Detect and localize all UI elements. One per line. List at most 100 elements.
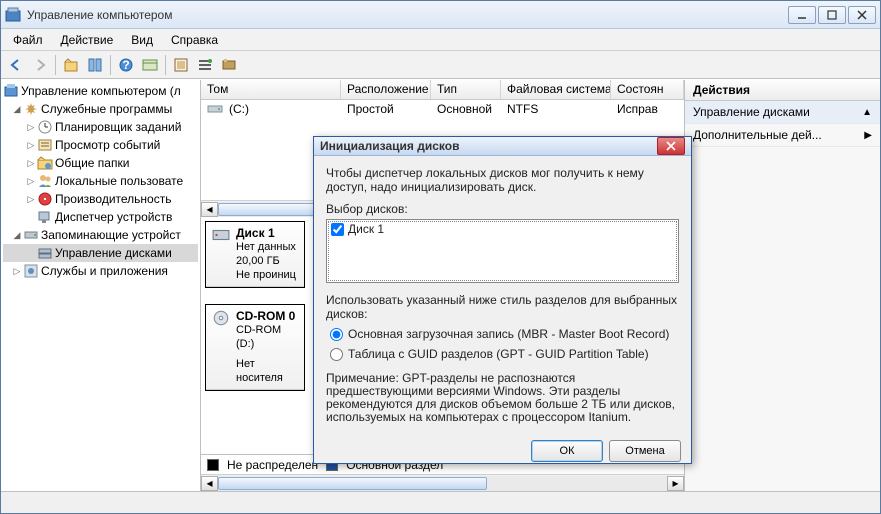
tree-storage[interactable]: ◢ Запоминающие устройст (3, 226, 198, 244)
partition-style-label: Использовать указанный ниже стиль раздел… (326, 293, 679, 321)
legend-unallocated-icon (207, 459, 219, 471)
menu-view[interactable]: Вид (123, 31, 161, 49)
cdrom-block[interactable]: CD-ROM 0 CD-ROM (D:) Нет носителя (205, 304, 305, 391)
tree-disk-management[interactable]: Управление дисками (3, 244, 198, 262)
tree-pane: Управление компьютером (л ◢ Служебные пр… (1, 80, 201, 491)
volume-list-header: Том Расположение Тип Файловая система Со… (201, 80, 684, 100)
chevron-right-icon: ▶ (864, 130, 872, 141)
tree-task-scheduler[interactable]: ▷ Планировщик заданий (3, 118, 198, 136)
menu-help[interactable]: Справка (163, 31, 226, 49)
tree-label: Запоминающие устройст (41, 228, 181, 242)
bottom-scrollbar[interactable]: ◂ ▸ (201, 474, 684, 491)
actions-more[interactable]: Дополнительные дей... ▶ (685, 124, 880, 147)
toolbar: ? (1, 51, 880, 79)
disk-1-line1: Нет данных (236, 240, 296, 254)
refresh-icon[interactable] (170, 54, 192, 76)
volume-row[interactable]: (C:) Простой Основной NTFS Исправ (201, 100, 684, 118)
disk-icon (212, 226, 230, 247)
titlebar[interactable]: Управление компьютером (1, 1, 880, 29)
dialog-title: Инициализация дисков (320, 139, 657, 153)
tree-label: Службы и приложения (41, 264, 168, 278)
actions-more-label: Дополнительные дей... (693, 128, 822, 142)
menu-action[interactable]: Действие (53, 31, 122, 49)
mbr-radio[interactable] (330, 328, 343, 341)
tree-label: Планировщик заданий (55, 120, 181, 134)
tree-root[interactable]: Управление компьютером (л (3, 82, 198, 100)
cancel-button[interactable]: Отмена (609, 440, 681, 462)
tree-label: Общие папки (55, 156, 129, 170)
maximize-button[interactable] (818, 6, 846, 24)
scroll-left-icon[interactable]: ◂ (201, 202, 218, 217)
actions-disk-mgmt[interactable]: Управление дисками ▲ (685, 101, 880, 124)
disk-1-item-label: Диск 1 (348, 222, 384, 236)
menu-file[interactable]: Файл (5, 31, 51, 49)
tree-label: Локальные пользовате (55, 174, 183, 188)
disk-1-checkbox[interactable] (331, 223, 344, 236)
cell-filesystem: NTFS (501, 101, 611, 117)
menubar: Файл Действие Вид Справка (1, 29, 880, 51)
cell-volume: (C:) (229, 102, 249, 116)
tree-event-viewer[interactable]: ▷ Просмотр событий (3, 136, 198, 154)
scroll-right-icon[interactable]: ▸ (667, 476, 684, 491)
view-icon[interactable] (139, 54, 161, 76)
disk-1-block[interactable]: Диск 1 Нет данных 20,00 ГБ Не проиниц (205, 221, 305, 288)
dialog-note: Примечание: GPT-разделы не распознаются … (326, 372, 679, 424)
minimize-button[interactable] (788, 6, 816, 24)
tree-shared-folders[interactable]: ▷ Общие папки (3, 154, 198, 172)
dialog-close-button[interactable] (657, 137, 685, 155)
ok-button[interactable]: ОК (531, 440, 603, 462)
initialize-disk-dialog: Инициализация дисков Чтобы диспетчер лок… (313, 136, 692, 464)
forward-button[interactable] (29, 54, 51, 76)
properties-icon[interactable] (84, 54, 106, 76)
back-button[interactable] (5, 54, 27, 76)
disk-1-line3: Не проиниц (236, 268, 296, 282)
disk-select-list[interactable]: Диск 1 (326, 219, 679, 283)
statusbar (1, 491, 880, 513)
dialog-intro: Чтобы диспетчер локальных дисков мог пол… (326, 166, 679, 194)
tree-local-users[interactable]: ▷ Локальные пользовате (3, 172, 198, 190)
legend-unallocated: Не распределен (227, 458, 318, 472)
cdrom-icon (212, 309, 230, 330)
gpt-label: Таблица c GUID разделов (GPT - GUID Part… (348, 347, 649, 361)
cdrom-line2: Нет носителя (236, 357, 298, 385)
disk-1-line2: 20,00 ГБ (236, 254, 296, 268)
scroll-left-icon[interactable]: ◂ (201, 476, 218, 491)
collapse-icon: ▲ (862, 107, 872, 118)
tree-label: Просмотр событий (55, 138, 160, 152)
help-icon[interactable]: ? (115, 54, 137, 76)
cell-type: Основной (431, 101, 501, 117)
drive-icon (207, 101, 223, 117)
col-layout[interactable]: Расположение (341, 80, 431, 99)
svg-text:?: ? (122, 58, 129, 72)
actions-disk-mgmt-label: Управление дисками (693, 105, 810, 119)
gpt-option[interactable]: Таблица c GUID разделов (GPT - GUID Part… (330, 347, 679, 361)
list-icon[interactable] (194, 54, 216, 76)
gpt-radio[interactable] (330, 348, 343, 361)
mbr-label: Основная загрузочная запись (MBR - Maste… (348, 327, 669, 341)
window-title: Управление компьютером (27, 8, 788, 22)
up-icon[interactable] (60, 54, 82, 76)
tree-label: Диспетчер устройств (55, 210, 172, 224)
actions-pane: Действия Управление дисками ▲ Дополнител… (685, 80, 880, 491)
col-type[interactable]: Тип (431, 80, 501, 99)
tree-device-manager[interactable]: Диспетчер устройств (3, 208, 198, 226)
tree-system-tools[interactable]: ◢ Служебные программы (3, 100, 198, 118)
tree-label: Управление дисками (55, 246, 172, 260)
mbr-option[interactable]: Основная загрузочная запись (MBR - Maste… (330, 327, 679, 341)
disk-select-item[interactable]: Диск 1 (328, 221, 677, 237)
tree-performance[interactable]: ▷ Производительность (3, 190, 198, 208)
action-icon[interactable] (218, 54, 240, 76)
disk-1-title: Диск 1 (236, 226, 296, 240)
cell-layout: Простой (341, 101, 431, 117)
tree-root-label: Управление компьютером (л (21, 84, 181, 98)
dialog-select-label: Выбор дисков: (326, 202, 679, 216)
actions-header: Действия (685, 80, 880, 101)
tree-services-apps[interactable]: ▷ Службы и приложения (3, 262, 198, 280)
close-button[interactable] (848, 6, 876, 24)
dialog-titlebar[interactable]: Инициализация дисков (314, 137, 691, 156)
cdrom-line1: CD-ROM (D:) (236, 323, 298, 351)
col-filesystem[interactable]: Файловая система (501, 80, 611, 99)
col-volume[interactable]: Том (201, 80, 341, 99)
tree-label: Служебные программы (41, 102, 172, 116)
col-status[interactable]: Состоян (611, 80, 684, 99)
